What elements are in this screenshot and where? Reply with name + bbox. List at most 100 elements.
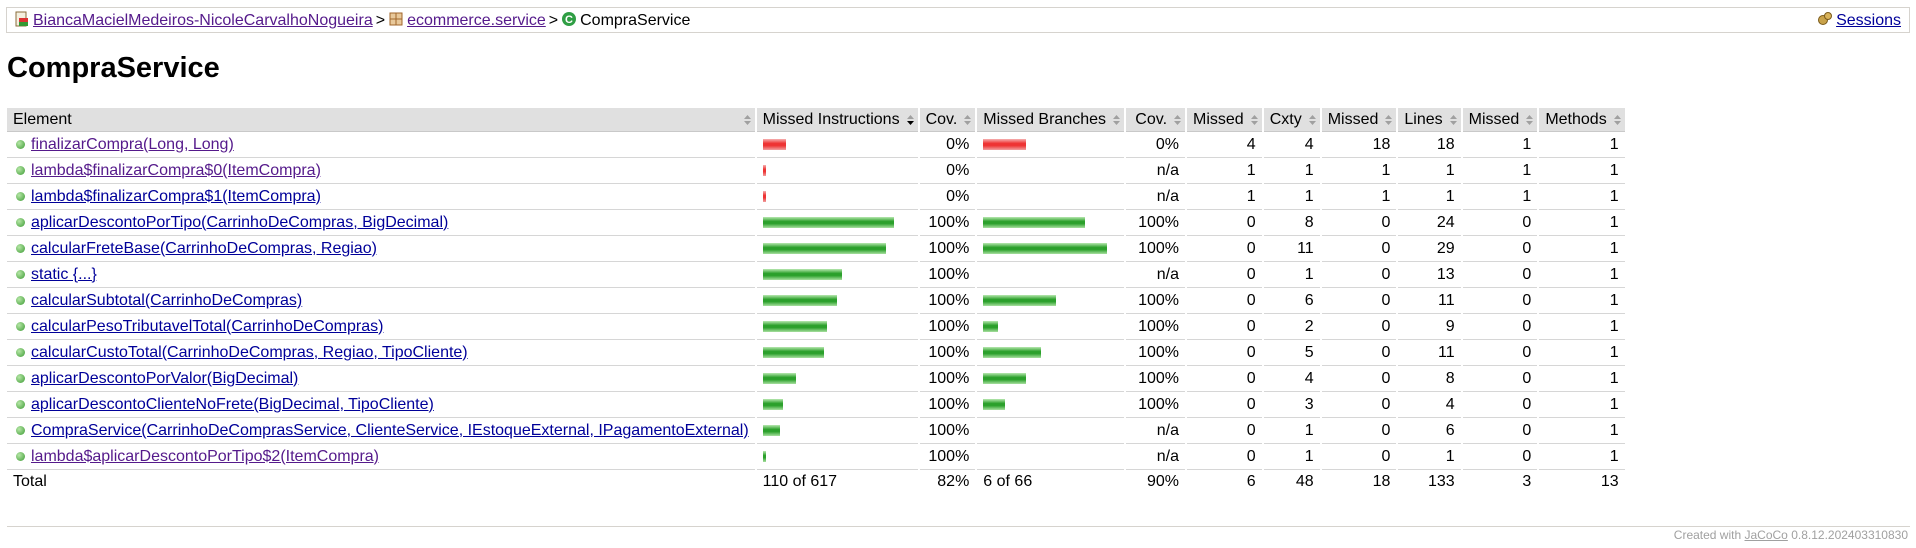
- methods: 1: [1538, 287, 1627, 314]
- branches-bar-cell: [976, 235, 1127, 262]
- sort-icon: [964, 115, 972, 125]
- instructions-bar-cell: [755, 339, 920, 366]
- lines: 1: [1397, 183, 1463, 210]
- method-link[interactable]: lambda$finalizarCompra$1(ItemCompra): [31, 188, 321, 205]
- method-icon: [16, 321, 25, 331]
- instructions-bar-cell: [755, 209, 920, 236]
- element-cell: lambda$finalizarCompra$1(ItemCompra): [7, 183, 757, 210]
- covered-instructions-bar: [762, 294, 837, 306]
- method-icon: [16, 295, 25, 305]
- instructions-coverage: 100%: [918, 287, 978, 314]
- sort-icon: [1385, 115, 1393, 125]
- method-link[interactable]: aplicarDescontoClienteNoFrete(BigDecimal…: [31, 396, 434, 413]
- lines: 1: [1397, 157, 1463, 184]
- missed-methods: 0: [1461, 287, 1540, 314]
- sessions-icon: [1818, 12, 1833, 25]
- method-link[interactable]: calcularFreteBase(CarrinhoDeCompras, Reg…: [31, 240, 377, 257]
- lines: 9: [1397, 313, 1463, 340]
- missed-methods: 0: [1461, 339, 1540, 366]
- method-link[interactable]: calcularCustoTotal(CarrinhoDeCompras, Re…: [31, 344, 468, 361]
- covered-branches-bar: [983, 398, 1006, 410]
- total-branches: 6 of 66: [976, 469, 1127, 494]
- lines: 29: [1397, 235, 1463, 262]
- footer-divider: [7, 526, 1910, 527]
- lines: 11: [1397, 339, 1463, 366]
- table-row: calcularPesoTributavelTotal(CarrinhoDeCo…: [7, 313, 1627, 340]
- class-icon: C: [562, 12, 577, 26]
- methods: 1: [1538, 183, 1627, 210]
- method-link[interactable]: lambda$finalizarCompra$0(ItemCompra): [31, 162, 321, 179]
- instructions-coverage: 100%: [918, 261, 978, 288]
- jacoco-link[interactable]: JaCoCo: [1745, 528, 1788, 542]
- covered-instructions-bar: [762, 372, 796, 384]
- total-missed-methods: 3: [1461, 469, 1540, 494]
- missed-lines: 0: [1320, 287, 1399, 314]
- complexity: 2: [1262, 313, 1322, 340]
- branches-bar-cell: [976, 209, 1127, 236]
- total-branch-cov: 90%: [1125, 469, 1188, 494]
- header-methods[interactable]: Methods: [1538, 108, 1627, 132]
- breadcrumb-package-link[interactable]: ecommerce.service: [407, 12, 546, 29]
- missed-lines: 18: [1320, 131, 1399, 158]
- sessions-link[interactable]: Sessions: [1836, 12, 1901, 29]
- method-link[interactable]: static {...}: [31, 266, 97, 283]
- methods: 1: [1538, 417, 1627, 444]
- footer-prefix: Created with: [1673, 528, 1742, 542]
- sort-icon: [1250, 115, 1258, 125]
- sort-desc-icon: [906, 115, 914, 125]
- header-missed-instructions[interactable]: Missed Instructions: [755, 108, 920, 132]
- method-link[interactable]: aplicarDescontoPorTipo(CarrinhoDeCompras…: [31, 214, 448, 231]
- methods: 1: [1538, 391, 1627, 418]
- footer-version: 0.8.12.202403310830: [1791, 528, 1908, 542]
- branches-coverage: 100%: [1125, 209, 1188, 236]
- instructions-bar-cell: [755, 417, 920, 444]
- lines: 11: [1397, 287, 1463, 314]
- table-row: lambda$finalizarCompra$1(ItemCompra) 0% n/…: [7, 183, 1627, 210]
- method-icon: [16, 269, 25, 279]
- method-link[interactable]: CompraService(CarrinhoDeComprasService, …: [31, 422, 749, 439]
- instructions-coverage: 0%: [918, 131, 978, 158]
- table-row: calcularFreteBase(CarrinhoDeCompras, Reg…: [7, 235, 1627, 262]
- breadcrumb-report-link[interactable]: BiancaMacielMedeiros-NicoleCarvalhoNogue…: [33, 12, 373, 29]
- complexity: 5: [1262, 339, 1322, 366]
- method-link[interactable]: calcularPesoTributavelTotal(CarrinhoDeCo…: [31, 318, 383, 335]
- table-row: aplicarDescontoPorTipo(CarrinhoDeCompras…: [7, 209, 1627, 236]
- method-link[interactable]: aplicarDescontoPorValor(BigDecimal): [31, 370, 298, 387]
- header-missed-lines[interactable]: Missed: [1320, 108, 1399, 132]
- missed-complexity: 0: [1186, 313, 1264, 340]
- header-branch-cov[interactable]: Cov.: [1125, 108, 1188, 132]
- branches-coverage: n/a: [1125, 443, 1188, 470]
- header-element[interactable]: Element: [7, 108, 757, 132]
- covered-instructions-bar: [762, 268, 842, 280]
- total-missed-cxty: 6: [1186, 469, 1264, 494]
- header-instr-cov[interactable]: Cov.: [918, 108, 978, 132]
- header-lines[interactable]: Lines: [1397, 108, 1463, 132]
- missed-complexity: 1: [1186, 157, 1264, 184]
- element-cell: aplicarDescontoPorTipo(CarrinhoDeCompras…: [7, 209, 757, 236]
- missed-complexity: 0: [1186, 443, 1264, 470]
- branches-coverage: n/a: [1125, 261, 1188, 288]
- total-cxty: 48: [1262, 469, 1322, 494]
- branches-bar-cell: [976, 417, 1127, 444]
- header-missed-methods[interactable]: Missed: [1461, 108, 1540, 132]
- header-cxty[interactable]: Cxty: [1262, 108, 1322, 132]
- header-missed-branches[interactable]: Missed Branches: [976, 108, 1127, 132]
- method-icon: [16, 373, 25, 383]
- method-link[interactable]: calcularSubtotal(CarrinhoDeCompras): [31, 292, 302, 309]
- branches-coverage: 100%: [1125, 339, 1188, 366]
- lines: 24: [1397, 209, 1463, 236]
- complexity: 4: [1262, 131, 1322, 158]
- footer: Created with JaCoCo 0.8.12.202403310830: [1674, 528, 1908, 542]
- branches-coverage: 100%: [1125, 391, 1188, 418]
- total-instr-cov: 82%: [918, 469, 978, 494]
- lines: 6: [1397, 417, 1463, 444]
- branches-bar-cell: [976, 261, 1127, 288]
- header-missed-cxty[interactable]: Missed: [1186, 108, 1264, 132]
- method-link[interactable]: finalizarCompra(Long, Long): [31, 136, 234, 153]
- branches-bar-cell: [976, 183, 1127, 210]
- complexity: 8: [1262, 209, 1322, 236]
- method-icon: [16, 425, 25, 435]
- method-link[interactable]: lambda$aplicarDescontoPorTipo$2(ItemComp…: [31, 448, 379, 465]
- complexity: 1: [1262, 157, 1322, 184]
- covered-instructions-bar: [762, 242, 886, 254]
